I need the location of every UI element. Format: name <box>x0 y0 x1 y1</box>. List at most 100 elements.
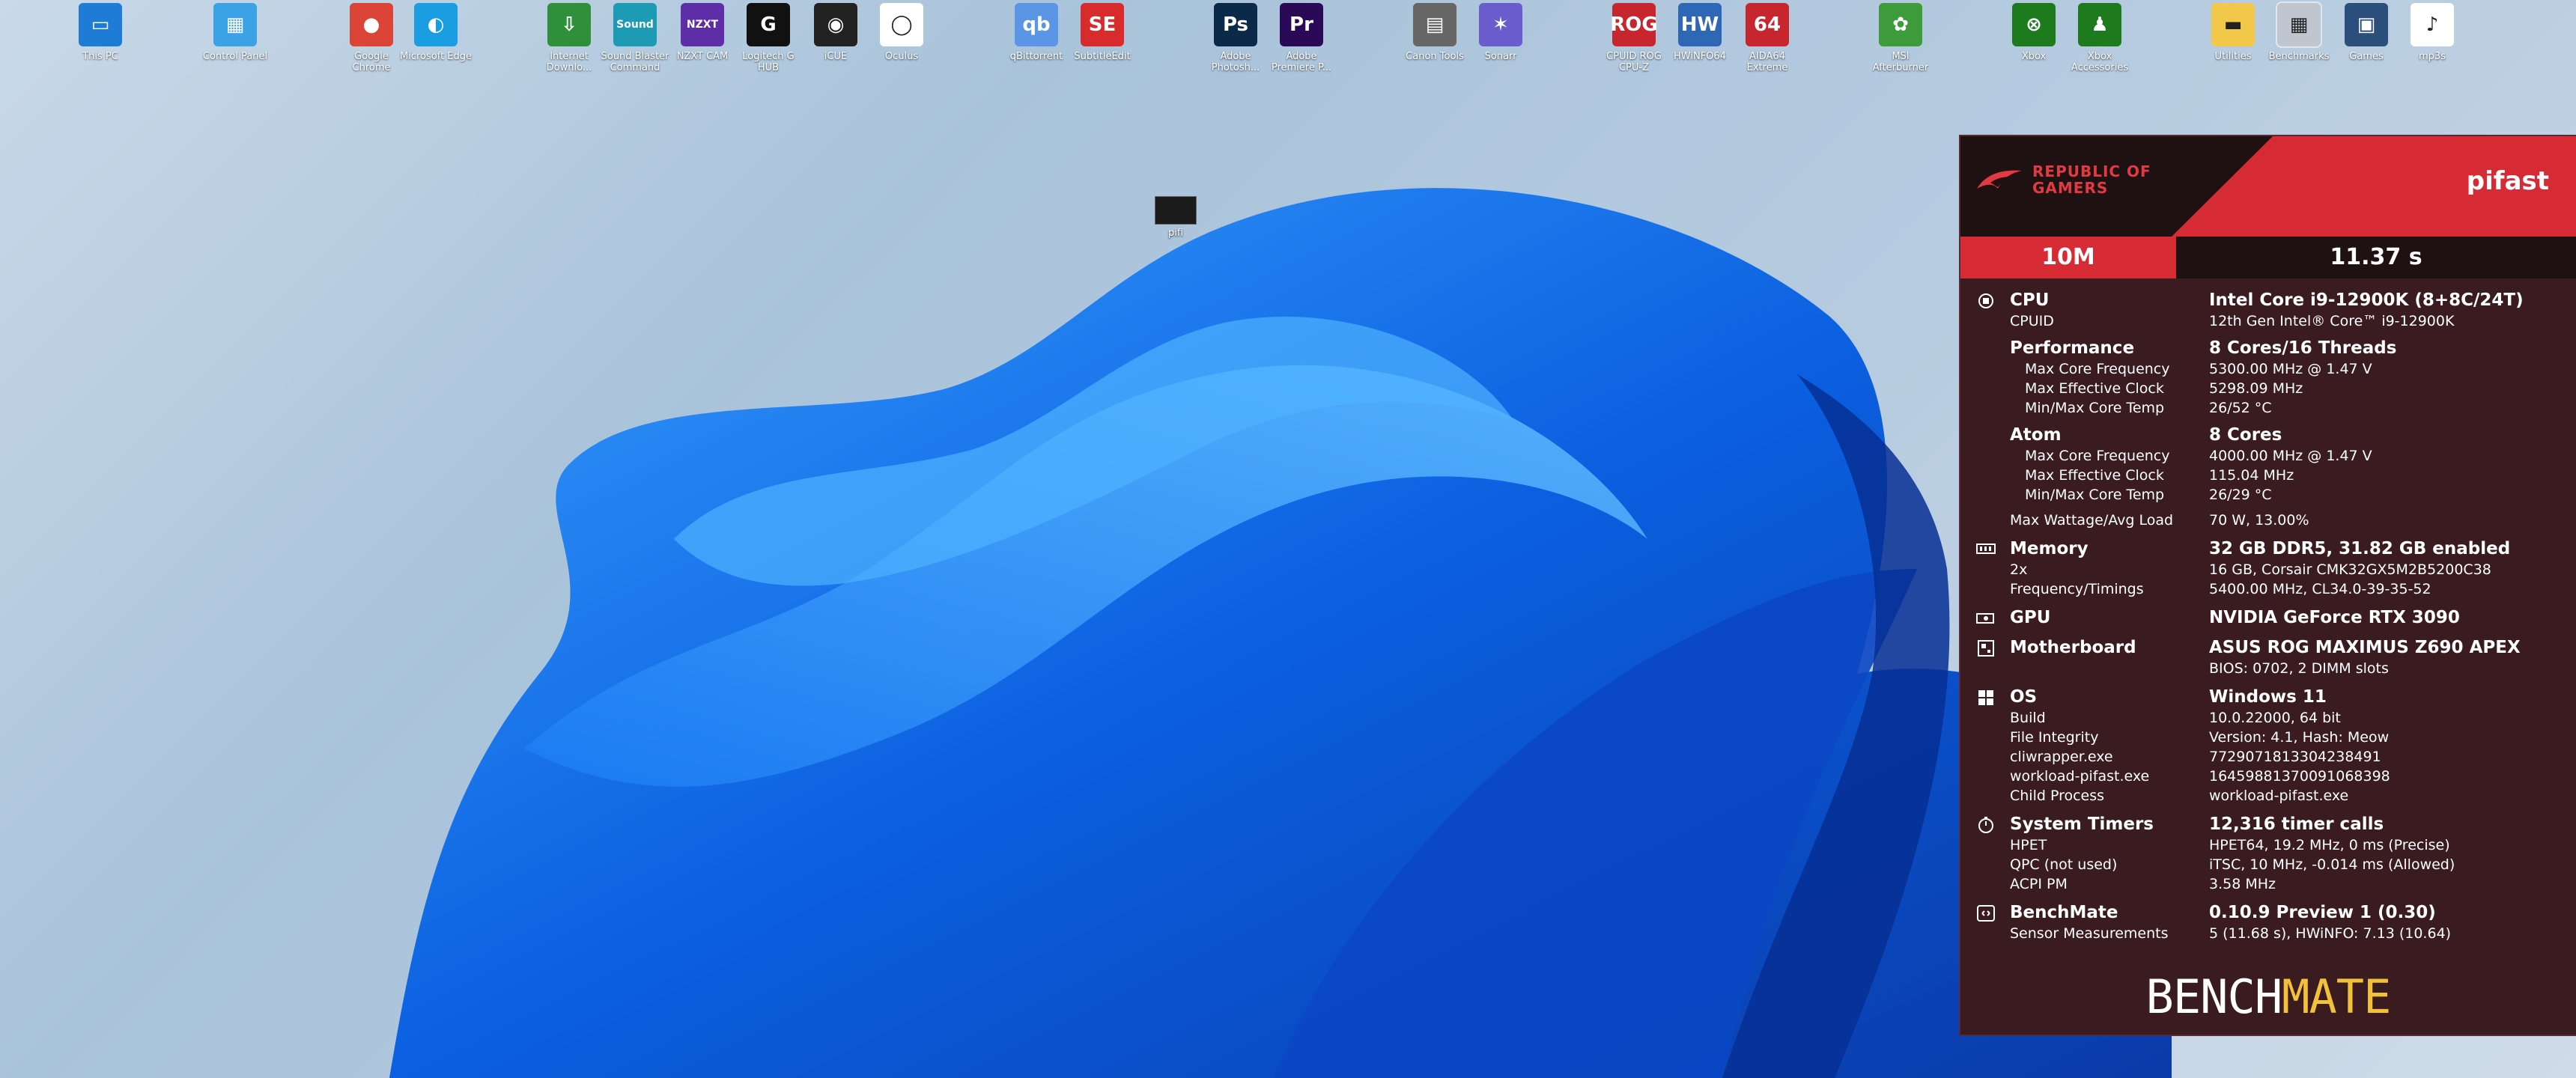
desktop-icon-games[interactable]: ▣ Games <box>2330 3 2402 62</box>
desktop-icon-label: Benchmarks <box>2268 51 2330 62</box>
os-row-value: 16459881370091068398 <box>2209 768 2390 785</box>
desktop-icon-label: Internet Downlo... <box>546 51 592 73</box>
desktop-file-label: pifi <box>1167 228 1184 239</box>
games-icon: ▣ <box>2345 3 2388 46</box>
desktop-icon-icue[interactable]: ◉ iCUE <box>800 3 872 62</box>
desktop-icon-label: Adobe Premiere P... <box>1271 51 1332 73</box>
result-size: 10M <box>1960 237 2176 278</box>
file-thumbnail-icon <box>1155 196 1197 225</box>
desktop-icon-google-chrome[interactable]: ● Google Chrome <box>335 3 407 73</box>
desktop-icon-oculus[interactable]: ◯ Oculus <box>866 3 938 62</box>
oculus-icon: ◯ <box>880 3 923 46</box>
timers-label: System Timers <box>2010 814 2154 834</box>
desktop-icon-subtitleedit[interactable]: SE SubtitleEdit <box>1066 3 1138 62</box>
os-row-label: workload-pifast.exe <box>2010 768 2150 785</box>
cpuid-label: CPUID <box>2010 313 2054 329</box>
desktop-file-pifi[interactable]: pifi <box>1146 196 1206 239</box>
desktop-icon-label: Logitech G HUB <box>742 51 795 73</box>
hwinfo64-icon: HW <box>1678 3 1722 46</box>
xbox-icon: ⊗ <box>2012 3 2056 46</box>
section-cpu: CPU Intel Core i9-12900K (8+8C/24T) CPUID… <box>1960 289 2576 530</box>
desktop-icon-logitech-g-hub[interactable]: G Logitech G HUB <box>732 3 804 73</box>
desktop-icon-label: Xbox <box>2021 51 2047 62</box>
timer-row-value: HPET64, 19.2 MHz, 0 ms (Precise) <box>2209 837 2450 853</box>
desktop-icon-aida64-extreme[interactable]: 64 AIDA64 Extreme <box>1731 3 1803 73</box>
desktop-icon-utilities[interactable]: ▬ Utilities <box>2197 3 2269 62</box>
os-row-value: 7729071813304238491 <box>2209 749 2381 765</box>
os-row-value: 10.0.22000, 64 bit <box>2209 710 2341 726</box>
bios-value: BIOS: 0702, 2 DIMM slots <box>2209 660 2389 677</box>
microsoft-edge-icon: ◐ <box>414 3 458 46</box>
atom-row-value: 115.04 MHz <box>2209 467 2294 484</box>
cpu-label: CPU <box>2010 290 2050 310</box>
desktop-icon-nzxt-cam[interactable]: NZXT NZXT CAM <box>666 3 738 62</box>
cpu-chip-icon <box>1975 290 1996 311</box>
os-value: Windows 11 <box>2209 687 2327 707</box>
cpu-value: Intel Core i9-12900K (8+8C/24T) <box>2209 290 2524 310</box>
desktop-icon-label: mp3s <box>2419 51 2446 62</box>
adobe-premiere-p-icon: Pr <box>1280 3 1323 46</box>
desktop-icon-xbox-accessories[interactable]: ♟ Xbox Accessories <box>2064 3 2136 73</box>
internet-downlo-icon: ⇩ <box>547 3 591 46</box>
desktop-icon-label: qBittorrent <box>1009 51 1063 62</box>
memory-row-value: 5400.00 MHz, CL34.0-39-35-52 <box>2209 581 2431 597</box>
desktop-icon-label: Microsoft Edge <box>400 51 473 62</box>
timer-row-value: iTSC, 10 MHz, -0.014 ms (Allowed) <box>2209 856 2455 873</box>
perf-row-label: Max Core Frequency <box>2025 361 2170 377</box>
mp3s-icon: ♪ <box>2411 3 2454 46</box>
panel-header: REPUBLIC OF GAMERS pifast <box>1960 136 2576 237</box>
desktop-icon-this-pc[interactable]: ▭ This PC <box>64 3 136 62</box>
sonarr-icon: ✶ <box>1479 3 1522 46</box>
desktop-icon-label: Games <box>2349 51 2384 62</box>
atom-row-label: Min/Max Core Temp <box>2025 487 2165 503</box>
nzxt-cam-icon: NZXT <box>681 3 724 46</box>
desktop-icon-sonarr[interactable]: ✶ Sonarr <box>1465 3 1537 62</box>
atom-row-value: 26/29 °C <box>2209 487 2272 503</box>
rog-logo: REPUBLIC OF GAMERS <box>1975 163 2151 196</box>
brand-line-1: REPUBLIC OF <box>2032 162 2151 180</box>
section-os: OS Windows 11 Build 10.0.22000, 64 bit Fil… <box>1960 686 2576 806</box>
desktop-icon-control-panel[interactable]: ▦ Control Panel <box>199 3 271 62</box>
desktop-icon-label: Canon Tools <box>1406 51 1464 62</box>
desktop-icon-qbittorrent[interactable]: qb qBittorrent <box>1000 3 1072 62</box>
section-motherboard: Motherboard ASUS ROG MAXIMUS Z690 APEX BI… <box>1960 636 2576 678</box>
desktop-icon-internet-downlo[interactable]: ⇩ Internet Downlo... <box>533 3 605 73</box>
desktop-icon-label: This PC <box>82 51 118 62</box>
desktop-icon-xbox[interactable]: ⊗ Xbox <box>1998 3 2070 62</box>
memory-row-label: Frequency/Timings <box>2010 581 2144 597</box>
desktop-icon-adobe-premiere-p[interactable]: Pr Adobe Premiere P... <box>1266 3 1337 73</box>
desktop-icon-sound-blaster-command[interactable]: Sound Sound Blaster Command <box>599 3 671 73</box>
rog-brand-text: REPUBLIC OF GAMERS <box>2032 163 2151 196</box>
cpuid-rog-cpu-z-icon: ROG <box>1610 3 1658 46</box>
desktop-icon-mp3s[interactable]: ♪ mp3s <box>2396 3 2468 62</box>
timers-value: 12,316 timer calls <box>2209 814 2384 834</box>
atom-row-value: 4000.00 MHz @ 1.47 V <box>2209 448 2372 464</box>
os-row-label: Build <box>2010 710 2046 726</box>
memory-row-label: 2x <box>2010 561 2028 578</box>
desktop-icon-canon-tools[interactable]: ▤ Canon Tools <box>1399 3 1471 62</box>
desktop-icon-msi-afterburner[interactable]: ✿ MSI Afterburner <box>1865 3 1936 73</box>
benchmate-logo: BENCHMATE <box>1960 969 2576 1024</box>
desktop-icon-label: Sound Blaster Command <box>601 51 669 73</box>
gpu-icon <box>1975 608 1996 629</box>
desktop-icon-benchmarks[interactable]: ▦ Benchmarks <box>2263 1 2335 62</box>
benchmate-label: BenchMate <box>2010 903 2118 922</box>
desktop-icon-adobe-photosh[interactable]: Ps Adobe Photosh... <box>1200 3 1272 73</box>
timer-row-value: 3.58 MHz <box>2209 876 2276 892</box>
desktop-icon-cpuid-rog-cpu-z[interactable]: ROG CPUID ROG CPU-Z <box>1598 3 1670 73</box>
os-row-label: File Integrity <box>2010 729 2099 746</box>
qbittorrent-icon: qb <box>1015 3 1058 46</box>
cpuid-value: 12th Gen Intel® Core™ i9-12900K <box>2209 313 2455 329</box>
desktop-icon-label: Xbox Accessories <box>2071 51 2129 73</box>
desktop-icon-hwinfo64[interactable]: HW HWiNFO64 <box>1664 3 1736 62</box>
desktop-icon-label: CPUID ROG CPU-Z <box>1606 51 1662 73</box>
benchmate-row-label: Sensor Measurements <box>2010 925 2169 942</box>
desktop-icon-microsoft-edge[interactable]: ◐ Microsoft Edge <box>400 3 472 62</box>
desktop-icon-label: MSI Afterburner <box>1872 51 1929 73</box>
aida64-extreme-icon: 64 <box>1746 3 1789 46</box>
canon-tools-icon: ▤ <box>1413 3 1456 46</box>
desktop-icon-label: NZXT CAM <box>676 51 729 62</box>
os-row-value: workload-pifast.exe <box>2209 788 2349 804</box>
section-gpu: GPU NVIDIA GeForce RTX 3090 <box>1960 606 2576 629</box>
logo-part-bench: BENCH <box>2145 969 2283 1024</box>
